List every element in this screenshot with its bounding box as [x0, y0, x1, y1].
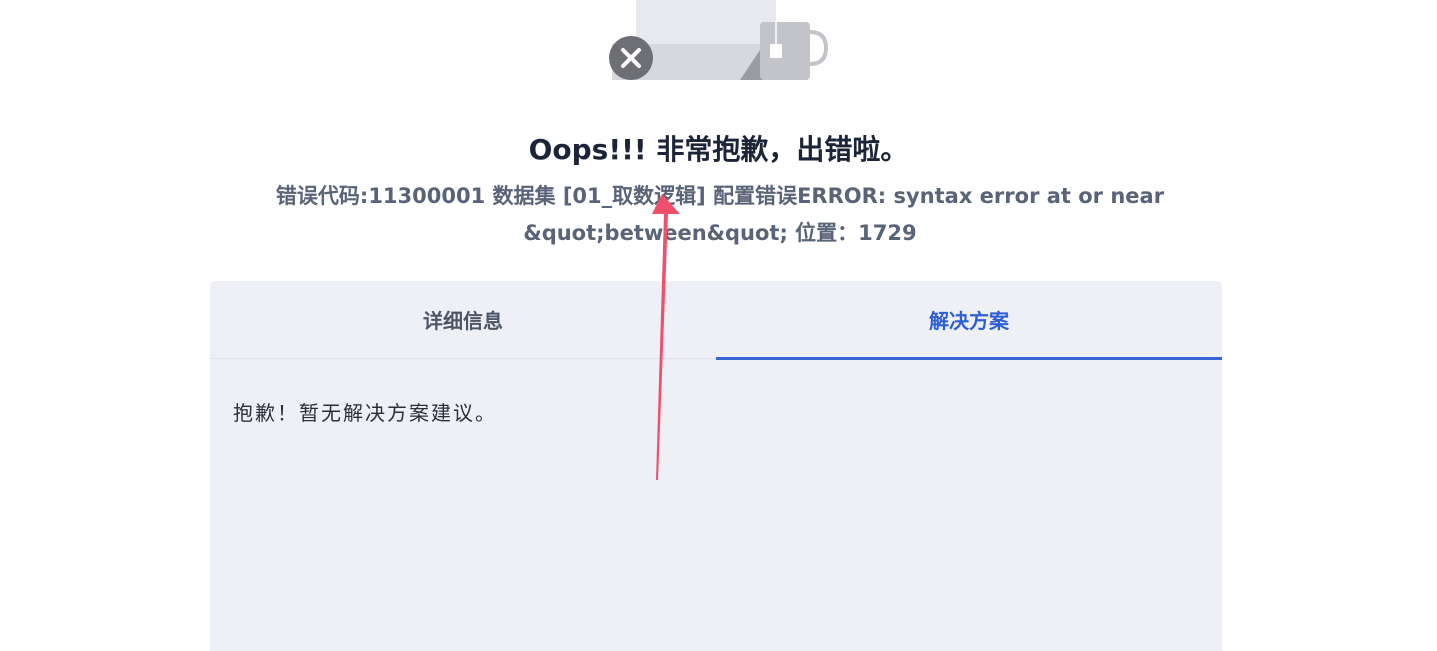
tab-solution[interactable]: 解决方案: [716, 281, 1222, 360]
tab-details[interactable]: 详细信息: [210, 281, 716, 358]
details-panel: 详细信息 解决方案 抱歉！暂无解决方案建议。: [210, 281, 1222, 651]
page-title: Oops!!! 非常抱歉，出错啦。: [528, 133, 909, 166]
error-page: Oops!!! 非常抱歉，出错啦。 错误代码:11300001 数据集 [01_…: [0, 0, 1437, 651]
error-illustration: [609, 0, 829, 80]
error-message-line-2: &quot;between&quot; 位置：1729: [523, 221, 917, 245]
error-message: 错误代码:11300001 数据集 [01_取数逻辑] 配置错误ERROR: s…: [220, 178, 1220, 252]
solution-text: 抱歉！暂无解决方案建议。: [233, 401, 497, 425]
error-message-line-1: 错误代码:11300001 数据集 [01_取数逻辑] 配置错误ERROR: s…: [275, 184, 1165, 208]
tab-bar: 详细信息 解决方案: [210, 281, 1222, 360]
